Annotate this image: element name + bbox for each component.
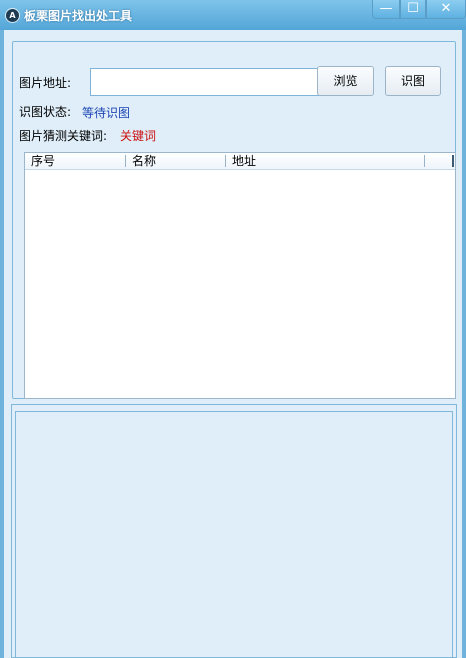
image-url-input[interactable] — [90, 68, 322, 96]
maximize-button[interactable]: ☐ — [400, 0, 426, 19]
browse-button[interactable]: 浏览 — [317, 66, 374, 96]
column-header-address[interactable]: 地址 — [226, 153, 424, 169]
app-logo-icon: A — [5, 8, 20, 23]
query-panel: 图片地址: 浏览 识图 识图状态: 等待识图 图片猜测关键词: 关键词 序号 名… — [12, 41, 456, 399]
window-title: 板栗图片找出处工具 — [24, 9, 133, 23]
status-value: 等待识图 — [82, 106, 131, 120]
image-url-label: 图片地址: — [19, 76, 72, 90]
close-button[interactable]: ✕ — [426, 0, 466, 19]
results-list[interactable]: 序号 名称 地址 — [24, 152, 456, 399]
client-area: 图片地址: 浏览 识图 识图状态: 等待识图 图片猜测关键词: 关键词 序号 名… — [4, 30, 462, 658]
minimize-button[interactable]: — — [372, 0, 400, 19]
list-header: 序号 名称 地址 — [25, 153, 455, 170]
column-header-index[interactable]: 序号 — [25, 153, 125, 169]
image-preview-area — [15, 411, 453, 658]
preview-panel — [11, 404, 457, 658]
keyword-label: 图片猜测关键词: — [19, 129, 108, 143]
status-label: 识图状态: — [19, 105, 72, 119]
column-divider[interactable] — [424, 155, 425, 167]
title-bar[interactable]: A 板栗图片找出处工具 — ☐ ✕ — [0, 0, 466, 30]
column-divider[interactable] — [452, 155, 454, 167]
app-window: A 板栗图片找出处工具 — ☐ ✕ 图片地址: 浏览 识图 识图状态: 等待识图… — [0, 0, 466, 658]
recognize-button[interactable]: 识图 — [385, 66, 441, 96]
keyword-value: 关键词 — [120, 129, 157, 143]
column-header-name[interactable]: 名称 — [126, 153, 225, 169]
